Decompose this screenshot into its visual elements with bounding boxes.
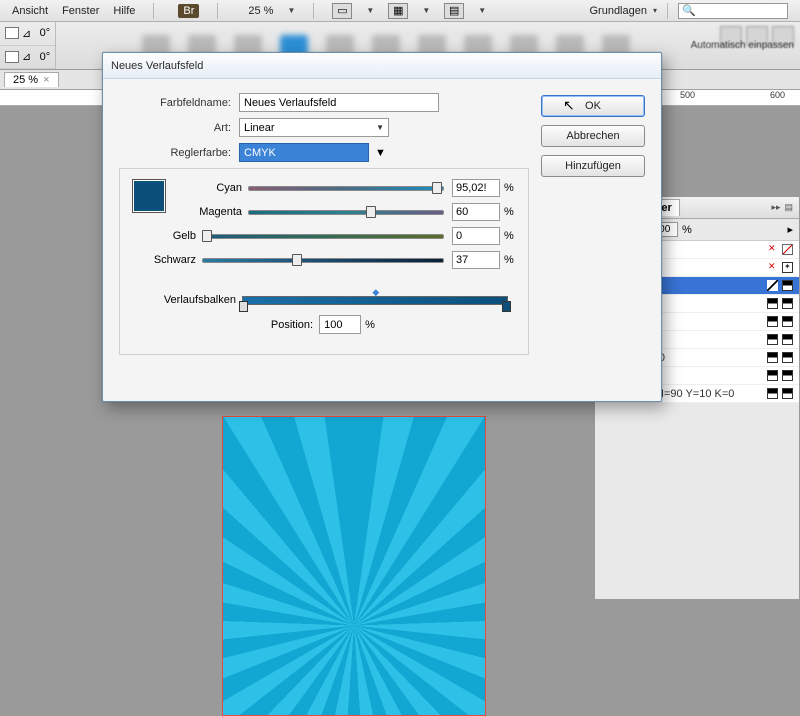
ok-button[interactable]: OK xyxy=(541,95,645,117)
magenta-input[interactable] xyxy=(452,203,500,221)
magenta-slider[interactable] xyxy=(248,206,444,218)
gradient-label: Verlaufsbalken xyxy=(132,294,242,306)
percent-label: % xyxy=(500,206,516,218)
percent-label: % xyxy=(500,230,516,242)
gradient-stop-left[interactable] xyxy=(239,301,248,312)
stopcolor-select[interactable]: CMYK xyxy=(239,143,369,162)
new-gradient-swatch-dialog: Neues Verlaufsfeld Farbfeldname: Art: Li… xyxy=(102,52,662,402)
dialog-titlebar[interactable]: Neues Verlaufsfeld xyxy=(103,53,661,79)
black-slider[interactable] xyxy=(202,254,444,266)
position-label: Position: xyxy=(271,319,319,331)
cyan-label: Cyan xyxy=(178,182,248,194)
gradient-ramp[interactable]: ◆ xyxy=(242,293,508,307)
cancel-button[interactable]: Abbrechen xyxy=(541,125,645,147)
swatch-name-input[interactable] xyxy=(239,93,439,112)
yellow-input[interactable] xyxy=(452,227,500,245)
cyan-slider[interactable] xyxy=(248,182,444,194)
yellow-slider[interactable] xyxy=(202,230,444,242)
dialog-title: Neues Verlaufsfeld xyxy=(111,60,203,72)
preview-swatch xyxy=(132,179,166,213)
cyan-input[interactable] xyxy=(452,179,500,197)
stopcolor-label: Reglerfarbe: xyxy=(119,147,239,159)
black-label: Schwarz xyxy=(132,254,202,266)
percent-label: % xyxy=(500,182,516,194)
color-fieldset: Cyan % Magenta % Gelb % xyxy=(119,168,529,355)
add-button[interactable]: Hinzufügen xyxy=(541,155,645,177)
type-value: Linear xyxy=(244,122,275,134)
percent-label: % xyxy=(361,319,377,331)
type-label: Art: xyxy=(119,122,239,134)
yellow-label: Gelb xyxy=(132,230,202,242)
percent-label: % xyxy=(500,254,516,266)
type-select[interactable]: Linear ▼ xyxy=(239,118,389,137)
position-input[interactable] xyxy=(319,315,361,334)
chevron-down-icon: ▼ xyxy=(376,123,384,132)
name-label: Farbfeldname: xyxy=(119,97,239,109)
stopcolor-value: CMYK xyxy=(244,147,276,159)
black-input[interactable] xyxy=(452,251,500,269)
midpoint-icon[interactable]: ◆ xyxy=(372,287,379,298)
dialog-overlay: Neues Verlaufsfeld Farbfeldname: Art: Li… xyxy=(0,0,800,600)
chevron-down-icon[interactable]: ▼ xyxy=(375,147,386,159)
gradient-stop-right[interactable] xyxy=(502,301,511,312)
magenta-label: Magenta xyxy=(178,206,248,218)
